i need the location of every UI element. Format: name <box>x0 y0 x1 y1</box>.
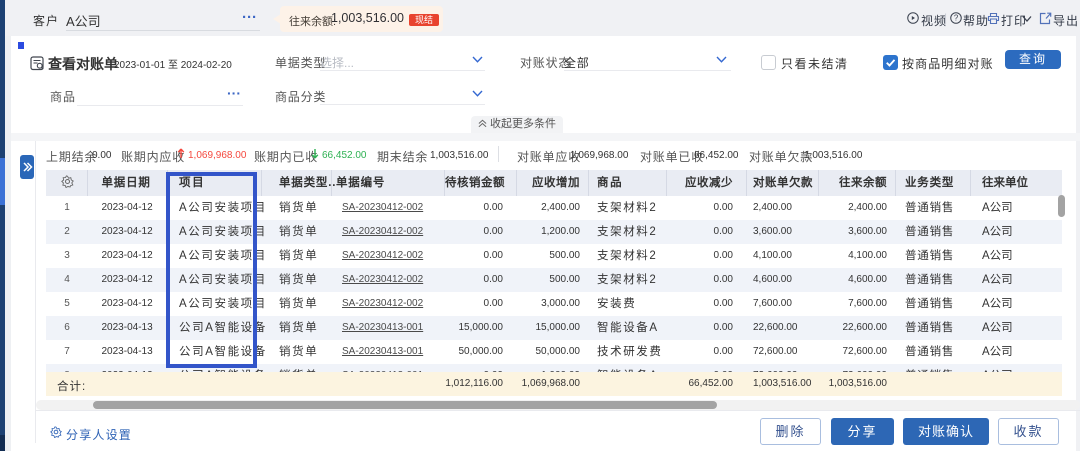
svg-text:?: ? <box>954 14 959 23</box>
